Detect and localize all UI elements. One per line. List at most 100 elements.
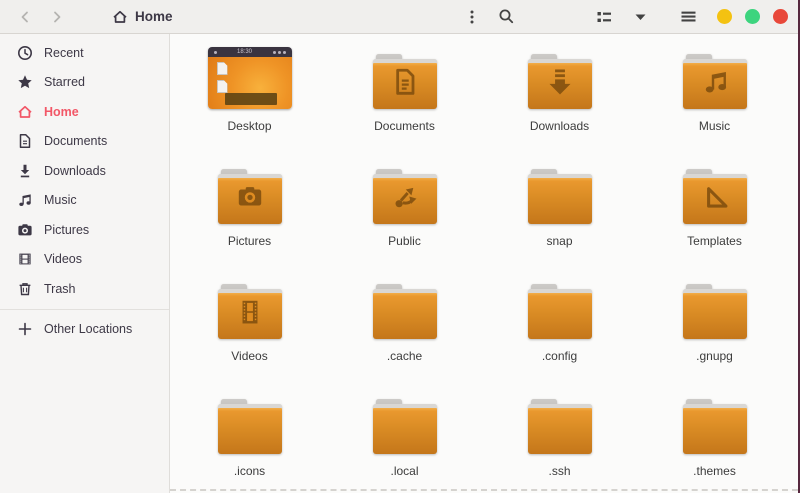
folder-icon: [527, 399, 592, 454]
sidebar-item-downloads[interactable]: Downloads: [0, 156, 169, 186]
sidebar-item-label: Recent: [44, 45, 84, 60]
sidebar-item-label: Other Locations: [44, 322, 133, 337]
search-button[interactable]: [493, 4, 519, 30]
file-item-themes[interactable]: .themes: [637, 387, 792, 493]
file-item-public[interactable]: Public: [327, 157, 482, 272]
file-label: .gnupg: [696, 349, 733, 363]
sidebar-item-starred[interactable]: Starred: [0, 68, 169, 98]
maximize-button[interactable]: [745, 9, 760, 24]
star-icon: [17, 74, 33, 90]
kebab-menu-icon: [464, 9, 480, 25]
hamburger-menu-icon: [681, 9, 696, 24]
file-item-templates[interactable]: Templates: [637, 157, 792, 272]
desktop-dock: [224, 93, 277, 105]
film-emblem-icon: [234, 296, 266, 328]
folder-icon: [217, 284, 282, 339]
sidebar-item-label: Videos: [44, 252, 82, 267]
sidebar-item-recent[interactable]: Recent: [0, 38, 169, 68]
file-grid-area: 18:30 Desktop Documents Downloads Music …: [170, 34, 798, 493]
file-label: Videos: [231, 349, 268, 363]
file-manager-window: Home Recent Starred Home Documents Downl…: [0, 0, 800, 493]
forward-button[interactable]: [44, 4, 70, 30]
minimize-button[interactable]: [717, 9, 732, 24]
sidebar-item-music[interactable]: Music: [0, 186, 169, 216]
sidebar-item-label: Downloads: [44, 163, 106, 178]
file-label: Music: [698, 119, 731, 133]
file-label: .ssh: [548, 464, 571, 478]
sidebar: Recent Starred Home Documents Downloads …: [0, 34, 170, 493]
sidebar-item-videos[interactable]: Videos: [0, 245, 169, 275]
desktop-preview-icon: 18:30: [207, 47, 292, 109]
file-item-videos[interactable]: Videos: [172, 272, 327, 387]
folder-icon: [527, 169, 592, 224]
list-view-button[interactable]: [591, 4, 617, 30]
clock-icon: [17, 45, 33, 61]
sidebar-item-trash[interactable]: Trash: [0, 274, 169, 304]
file-label: .icons: [233, 464, 266, 478]
file-item-desktop[interactable]: 18:30 Desktop: [172, 42, 327, 157]
camera-icon: [17, 222, 33, 238]
camera-emblem-icon: [234, 181, 266, 213]
bottom-edge-dashed-line: [170, 489, 798, 491]
sidebar-item-label: Documents: [44, 134, 108, 149]
file-item-local[interactable]: .local: [327, 387, 482, 493]
chevron-down-icon: [635, 13, 646, 21]
desktop-topbar: 18:30: [207, 47, 292, 57]
folder-icon: [372, 169, 437, 224]
home-icon: [17, 104, 33, 120]
file-item-config[interactable]: .config: [482, 272, 637, 387]
folder-icon: [217, 399, 282, 454]
sidebar-item-label: Pictures: [44, 222, 90, 237]
film-icon: [17, 251, 33, 267]
file-label: Downloads: [529, 119, 590, 133]
file-item-pictures[interactable]: Pictures: [172, 157, 327, 272]
desktop-indicator-dots: [272, 50, 286, 54]
file-item-downloads[interactable]: Downloads: [482, 42, 637, 157]
hamburger-menu-button[interactable]: [675, 4, 701, 30]
list-view-icon: [596, 9, 612, 25]
file-label: snap: [546, 234, 573, 248]
sidebar-item-label: Trash: [44, 281, 76, 296]
back-button[interactable]: [12, 4, 38, 30]
close-button[interactable]: [773, 9, 788, 24]
sidebar-separator: [0, 308, 169, 310]
sidebar-item-pictures[interactable]: Pictures: [0, 215, 169, 245]
sidebar-item-home[interactable]: Home: [0, 97, 169, 127]
search-icon: [498, 8, 515, 25]
folder-icon: [372, 284, 437, 339]
file-item-snap[interactable]: snap: [482, 157, 637, 272]
plus-icon: [17, 321, 33, 337]
file-label: .config: [541, 349, 578, 363]
sidebar-item-other-locations[interactable]: Other Locations: [0, 315, 169, 345]
file-item-cache[interactable]: .cache: [327, 272, 482, 387]
file-item-ssh[interactable]: .ssh: [482, 387, 637, 493]
folder-icon: [217, 169, 282, 224]
home-icon: [112, 9, 128, 25]
file-item-music[interactable]: Music: [637, 42, 792, 157]
file-label: .themes: [693, 464, 736, 478]
file-item-documents[interactable]: Documents: [327, 42, 482, 157]
document-icon: [17, 133, 33, 149]
header-bar: Home: [0, 0, 798, 34]
folder-icon: [527, 284, 592, 339]
view-options-button[interactable]: [627, 4, 653, 30]
file-label: .local: [390, 464, 419, 478]
sidebar-item-documents[interactable]: Documents: [0, 127, 169, 157]
trash-icon: [17, 281, 33, 297]
folder-icon: [682, 54, 747, 109]
file-item-gnupg[interactable]: .gnupg: [637, 272, 792, 387]
folder-icon: [372, 399, 437, 454]
window-controls: [717, 9, 788, 24]
folder-icon: [527, 54, 592, 109]
more-options-button[interactable]: [459, 4, 485, 30]
template-emblem-icon: [699, 181, 731, 213]
path-bar[interactable]: Home: [112, 9, 173, 25]
sidebar-item-label: Music: [44, 193, 77, 208]
document-emblem-icon: [389, 66, 421, 98]
file-label: Pictures: [227, 234, 272, 248]
desktop-clock: 18:30: [236, 49, 252, 55]
file-item-icons[interactable]: .icons: [172, 387, 327, 493]
file-label: Documents: [374, 119, 435, 133]
back-chevron-icon: [17, 9, 33, 25]
download-emblem-icon: [544, 66, 576, 98]
